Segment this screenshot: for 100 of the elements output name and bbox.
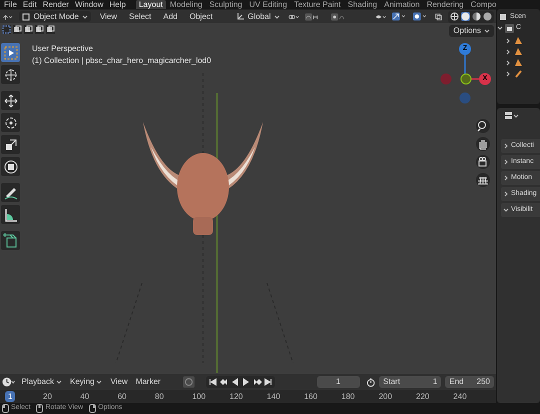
overlay-toggle-icon[interactable] — [412, 11, 427, 22]
menu-item[interactable]: Help — [109, 0, 126, 8]
workspace-tab[interactable]: UV Editing — [246, 0, 290, 9]
frame-tick-label: 220 — [415, 391, 430, 402]
workspace-tab[interactable]: Texture Paint — [291, 0, 344, 9]
bone-icon — [514, 69, 523, 78]
tool-button[interactable] — [1, 183, 20, 202]
play-reverse-icon[interactable] — [230, 377, 240, 387]
collection-icon — [505, 24, 514, 33]
tool-button[interactable] — [1, 135, 20, 154]
frame-tick-label: 120 — [228, 391, 244, 402]
axes-icon — [236, 12, 245, 21]
end-frame-field[interactable]: End 250 — [445, 376, 494, 388]
workspace-tab[interactable]: Modeling — [166, 0, 206, 9]
select-extend-icon[interactable] — [13, 25, 22, 34]
chevron-down-icon[interactable] — [503, 207, 509, 213]
scene-icon — [499, 13, 507, 22]
chevron-right-icon[interactable] — [503, 159, 509, 165]
caret-icon — [274, 14, 280, 20]
stopwatch-icon[interactable] — [366, 377, 376, 387]
tool-button[interactable] — [1, 43, 20, 62]
menu-item[interactable]: Object — [186, 10, 216, 22]
chevron-right-icon[interactable] — [503, 175, 509, 181]
menu-item[interactable]: Playback — [20, 376, 64, 388]
menu-item[interactable]: Keying — [68, 376, 104, 388]
menu-item[interactable]: Marker — [134, 376, 163, 388]
mouse-middle-icon — [36, 404, 44, 413]
tool-button[interactable] — [1, 205, 20, 224]
menu-item[interactable]: View — [96, 10, 120, 22]
workspace-tab[interactable]: Sculpting — [206, 0, 246, 9]
material-shading-icon[interactable] — [472, 12, 482, 21]
xray-icon[interactable] — [434, 12, 442, 22]
gizmo-toggle-icon[interactable] — [392, 11, 407, 22]
next-keyframe-icon[interactable] — [252, 377, 262, 387]
jump-end-icon[interactable] — [262, 377, 273, 387]
tool-button[interactable] — [1, 113, 20, 132]
chevron-right-icon[interactable] — [503, 143, 509, 149]
rendered-shading-icon[interactable] — [483, 12, 492, 21]
axis-circle-icon[interactable] — [460, 73, 472, 85]
orientation-dropdown[interactable]: Global — [234, 10, 282, 22]
proportional-edit-icon[interactable] — [330, 12, 347, 22]
workspace-tab[interactable]: Compo — [468, 0, 500, 9]
select-intersect-icon[interactable] — [46, 25, 55, 34]
caret-icon — [96, 379, 102, 385]
workspace-tab[interactable]: Rendering — [424, 0, 467, 9]
tool-button[interactable] — [1, 157, 20, 176]
current-frame-field[interactable]: 1 — [316, 376, 360, 388]
chevron-right-icon[interactable] — [505, 60, 511, 66]
menu-item[interactable]: Render — [42, 0, 69, 8]
start-frame-field[interactable]: Start 1 — [379, 376, 442, 388]
caret-icon — [82, 14, 88, 20]
select-box-icon — [2, 44, 20, 62]
options-dropdown[interactable]: Options — [449, 25, 494, 37]
jump-start-icon[interactable] — [208, 377, 218, 387]
camera-icon[interactable] — [476, 155, 490, 169]
menu-item[interactable]: File — [4, 0, 17, 8]
solid-shading-icon[interactable] — [461, 12, 470, 21]
frame-tick-label: 60 — [116, 391, 128, 402]
menu-item[interactable]: Edit — [22, 0, 37, 8]
select-new-icon[interactable] — [2, 25, 11, 34]
frame-tick-label: 240 — [452, 391, 468, 402]
frame-tick-label: 40 — [79, 391, 90, 402]
workspace-tab[interactable]: Shading — [344, 0, 380, 9]
select-invert-icon[interactable] — [35, 25, 44, 34]
properties-editor-icon[interactable] — [503, 111, 519, 121]
grid-icon[interactable] — [476, 173, 490, 187]
add-cube-icon — [2, 232, 20, 250]
menu-item[interactable]: Add — [160, 10, 180, 22]
zoom-icon[interactable] — [476, 119, 490, 133]
tool-button[interactable] — [1, 91, 20, 110]
timeline-ruler[interactable]: 1 20 40 60 80 100 120 140 160 180 200 220 240 — [0, 390, 496, 403]
menu-item[interactable]: View — [108, 376, 130, 388]
frame-tick-label: 1 — [5, 391, 16, 402]
workspace-tab[interactable]: Layout — [136, 0, 166, 9]
chevron-right-icon[interactable] — [503, 191, 509, 197]
frame-tick-label: 180 — [340, 391, 356, 402]
prev-keyframe-icon[interactable] — [218, 377, 229, 387]
mouse-left-icon — [2, 404, 9, 413]
chevron-right-icon[interactable] — [505, 38, 511, 44]
workspace-tab[interactable]: Animation — [381, 0, 423, 9]
frame-tick-label: 100 — [191, 391, 207, 402]
play-icon[interactable] — [240, 377, 251, 387]
frame-tick-label: 160 — [303, 391, 318, 402]
tool-button[interactable] — [1, 231, 20, 250]
view-subtitle: (1) Collection | pbsc_char_hero_magicarcher_lod0 — [32, 55, 212, 67]
menu-item[interactable]: Window — [74, 0, 104, 8]
chevron-right-icon[interactable] — [505, 70, 511, 76]
frame-tick-label: 80 — [154, 391, 165, 402]
chevron-down-icon[interactable] — [497, 25, 503, 32]
transform-icon — [2, 158, 20, 176]
tool-button[interactable] — [1, 65, 20, 84]
view-title: User Perspective — [32, 43, 93, 55]
wireframe-shading-icon[interactable] — [450, 12, 460, 21]
select-subtract-icon[interactable] — [24, 25, 33, 34]
mode-dropdown[interactable]: Object Mode — [19, 11, 91, 22]
hand-icon[interactable] — [476, 137, 490, 151]
menu-item[interactable]: Select — [126, 10, 154, 22]
frame-tick-label: 140 — [266, 391, 282, 402]
chevron-right-icon[interactable] — [505, 48, 511, 54]
clock-icon[interactable] — [2, 377, 16, 387]
